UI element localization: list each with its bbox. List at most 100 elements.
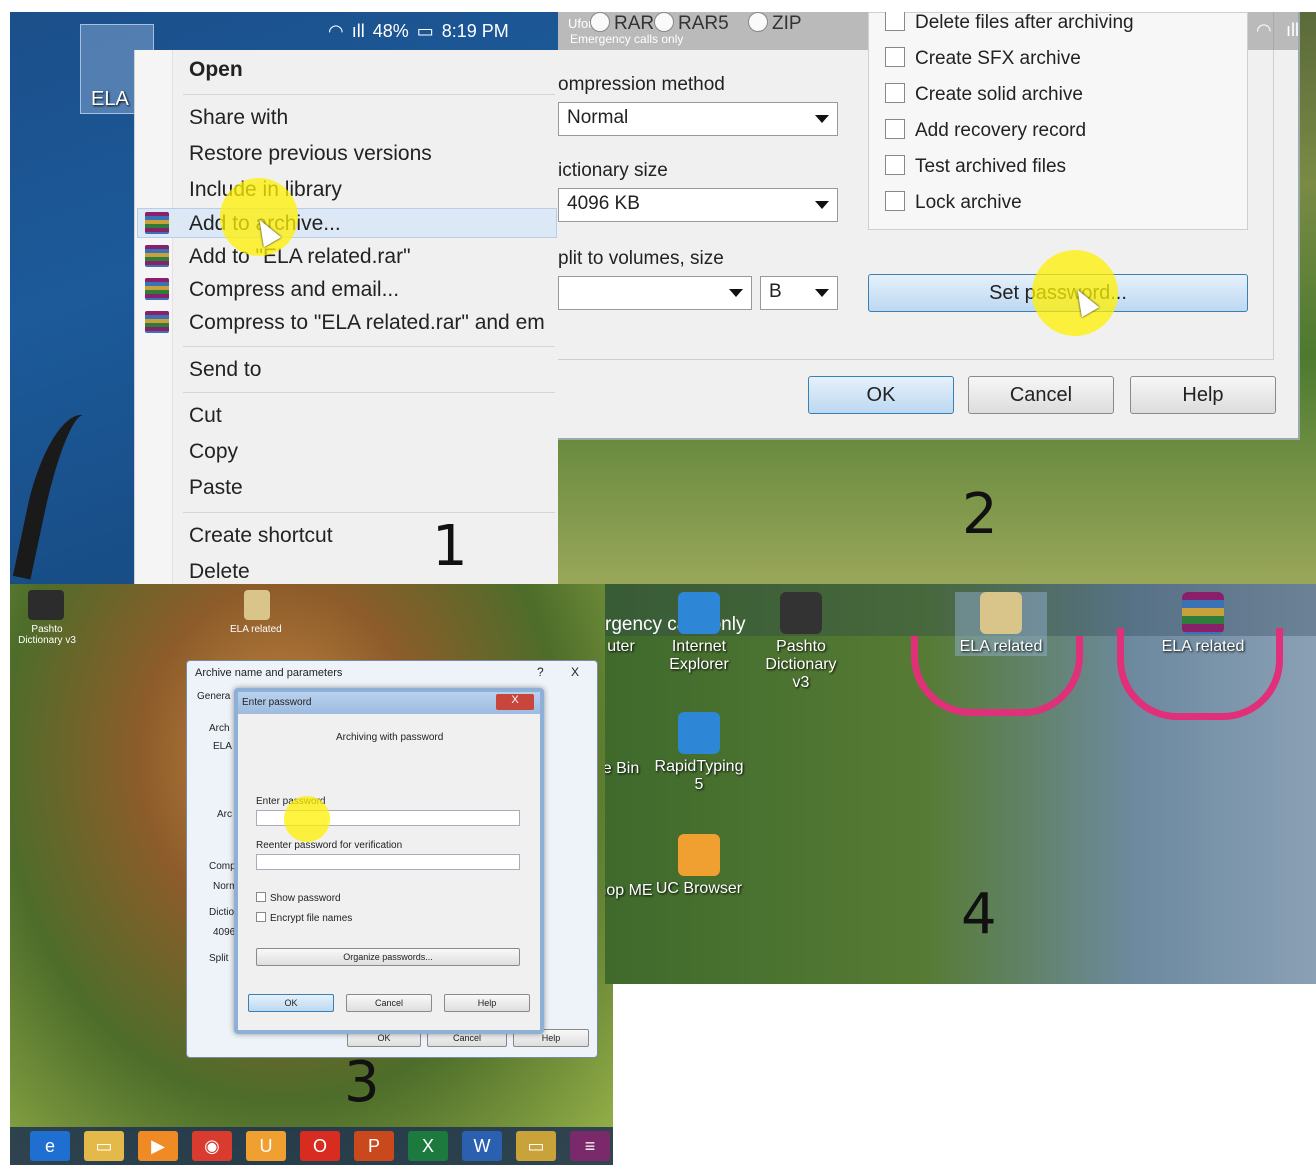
dialog-title: Archive name and parameters	[195, 667, 343, 679]
ok-button[interactable]: OK	[808, 376, 954, 414]
menu-item-paste[interactable]: Paste	[189, 476, 243, 500]
battery-percent: 48%	[372, 20, 409, 41]
folder-taskbar-icon[interactable]: ▭	[516, 1131, 556, 1161]
panel-desktop-result: rgency calls only uter Internet Explorer…	[605, 584, 1316, 984]
tiktok-icon[interactable]	[28, 590, 64, 620]
dictionary-size-select[interactable]: 4096 KB	[558, 188, 838, 222]
menu-item-copy[interactable]: Copy	[189, 440, 238, 464]
checkbox-show-password[interactable]: Show password	[256, 892, 341, 904]
menu-item-send-to[interactable]: Send to	[189, 358, 261, 382]
dictionary-value: 4096	[213, 927, 236, 938]
ie-icon	[678, 592, 720, 634]
archive-name-label: Arch	[209, 723, 230, 734]
dictionary-size-label: ictionary size	[558, 160, 668, 181]
archive-dialog: Ufone Emergency calls only RAR RAR5 ZIP …	[558, 12, 1300, 440]
menu-separator	[183, 94, 555, 95]
clock: 8:19 PM	[441, 20, 509, 41]
wifi-icon: ◠	[328, 20, 344, 41]
compression-label: Comp	[209, 861, 236, 872]
menu-item-open[interactable]: Open	[189, 58, 243, 82]
desktop-icon-uc-browser[interactable]: UC Browser	[653, 834, 745, 898]
radio-rar[interactable]: RAR	[590, 12, 654, 35]
step-number: 2	[962, 482, 998, 547]
tab-general[interactable]: Genera	[197, 691, 230, 702]
menu-item-compress-email[interactable]: Compress and email...	[189, 278, 399, 302]
ie-taskbar-icon[interactable]: e	[30, 1131, 70, 1161]
split-unit-select[interactable]: B	[760, 276, 838, 310]
chevron-down-icon	[815, 289, 829, 297]
help-question-icon[interactable]: ?	[537, 665, 544, 679]
radio-rar5[interactable]: RAR5	[654, 12, 729, 35]
desktop-icon-pashto[interactable]: Pashto Dictionary v3	[755, 592, 847, 692]
panel-archive-options: Ufone Emergency calls only RAR RAR5 ZIP …	[558, 12, 1316, 584]
checkbox-create-sfx[interactable]: Create SFX archive	[885, 47, 1081, 70]
checkbox-recovery-record[interactable]: Add recovery record	[885, 119, 1086, 142]
click-highlight	[220, 178, 298, 256]
signal-icon: ıll	[1286, 20, 1299, 40]
checkbox-solid-archive[interactable]: Create solid archive	[885, 83, 1083, 106]
archive-name-value: ELA	[213, 741, 232, 752]
checkbox-test-files[interactable]: Test archived files	[885, 155, 1066, 178]
folder-icon	[980, 592, 1022, 634]
close-icon[interactable]: X	[571, 665, 579, 679]
annotation-circle-rar	[1117, 628, 1283, 720]
step-number: 4	[961, 882, 997, 947]
reenter-password-input[interactable]	[256, 854, 520, 870]
menu-item-restore[interactable]: Restore previous versions	[189, 142, 432, 166]
help-button[interactable]: Help	[1130, 376, 1276, 414]
opera-taskbar-icon[interactable]: O	[300, 1131, 340, 1161]
archiving-with-password-text: Archiving with password	[336, 732, 444, 743]
desktop-folder-label: ELA	[91, 88, 129, 110]
word-taskbar-icon[interactable]: W	[462, 1131, 502, 1161]
enter-password-dialog: Enter password X Archiving with password…	[234, 688, 544, 1034]
menu-item-add-to-rar[interactable]: Add to "ELA related.rar"	[189, 245, 411, 269]
menu-item-delete[interactable]: Delete	[189, 560, 250, 584]
checkbox-delete-files[interactable]: Delete files after archiving	[885, 12, 1134, 34]
checkbox-lock-archive[interactable]: Lock archive	[885, 191, 1022, 214]
desktop-icon-rapidtyping[interactable]: RapidTyping 5	[653, 712, 745, 794]
split-label: Split	[209, 953, 229, 964]
menu-item-create-shortcut[interactable]: Create shortcut	[189, 524, 333, 548]
media-taskbar-icon[interactable]: ▶	[138, 1131, 178, 1161]
winrar-icon	[145, 212, 169, 234]
step-number: 1	[432, 514, 468, 579]
archiving-options-group: Delete files after archiving Create SFX …	[868, 12, 1248, 230]
desktop-icon-ie[interactable]: Internet Explorer	[653, 592, 745, 674]
winrar-icon	[145, 245, 169, 267]
compression-method-select[interactable]: Normal	[558, 102, 838, 136]
compression-method-label: ompression method	[558, 74, 725, 95]
close-icon[interactable]: X	[496, 694, 534, 710]
menu-item-share-with[interactable]: Share with	[189, 106, 288, 130]
rapidtyping-icon	[678, 712, 720, 754]
phone-status-bar: ◠ ıll 48% ▭ 8:19 PM	[310, 12, 558, 50]
desktop-label-pashto: Pashto Dictionary v3	[18, 624, 76, 646]
split-volumes-input[interactable]	[558, 276, 752, 310]
help-button[interactable]: Help	[444, 994, 530, 1012]
cancel-button[interactable]: Cancel	[346, 994, 432, 1012]
chrome-taskbar-icon[interactable]: ◉	[192, 1131, 232, 1161]
uc-browser-taskbar-icon[interactable]: U	[246, 1131, 286, 1161]
menu-separator	[183, 346, 555, 347]
taskbar: e ▭ ▶ ◉ U O P X W ▭ ≡	[10, 1127, 613, 1165]
archive-format-label: Arc	[217, 809, 232, 820]
chevron-down-icon	[815, 115, 829, 123]
cancel-button[interactable]: Cancel	[968, 376, 1114, 414]
desktop-label-ela: ELA related	[230, 624, 282, 635]
context-menu: Open Share with Restore previous version…	[134, 50, 558, 584]
step-number: 3	[344, 1050, 380, 1115]
folder-icon[interactable]	[244, 590, 270, 620]
split-volumes-label: plit to volumes, size	[558, 248, 724, 269]
panel-enter-password: Pashto Dictionary v3 ELA related Archive…	[10, 584, 613, 1165]
winrar-taskbar-icon[interactable]: ≡	[570, 1131, 610, 1161]
explorer-taskbar-icon[interactable]: ▭	[84, 1131, 124, 1161]
organize-passwords-button[interactable]: Organize passwords...	[256, 948, 520, 966]
checkbox-encrypt-names[interactable]: Encrypt file names	[256, 912, 352, 924]
ok-button[interactable]: OK	[248, 994, 334, 1012]
menu-separator	[183, 392, 555, 393]
menu-item-cut[interactable]: Cut	[189, 404, 222, 428]
menu-item-compress-to-rar-email[interactable]: Compress to "ELA related.rar" and em	[189, 311, 545, 335]
powerpoint-taskbar-icon[interactable]: P	[354, 1131, 394, 1161]
dialog-title-bar: Enter password X	[238, 692, 540, 714]
excel-taskbar-icon[interactable]: X	[408, 1131, 448, 1161]
radio-zip[interactable]: ZIP	[748, 12, 802, 35]
